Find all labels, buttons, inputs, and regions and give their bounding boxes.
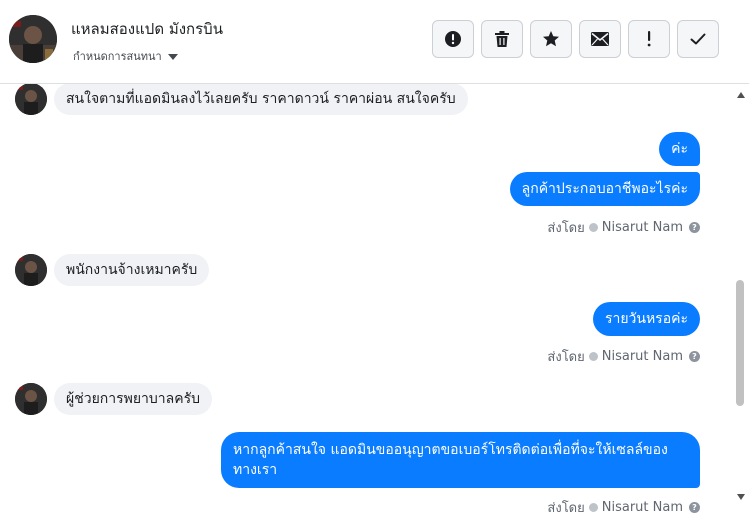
sent-by-agent[interactable]: Nisarut Nam xyxy=(602,220,683,235)
assign-label: กำหนดการสนทนา xyxy=(73,50,162,63)
sent-by-prefix: ส่งโดย xyxy=(547,350,585,365)
sender-avatar[interactable] xyxy=(15,383,47,415)
outgoing-message-bubble[interactable]: หากลูกค้าสนใจ แอดมินขออนุญาตขอเบอร์โทรติ… xyxy=(221,432,700,488)
sender-avatar[interactable] xyxy=(15,254,47,286)
sent-check-icon xyxy=(588,223,598,232)
mark-unread-button[interactable] xyxy=(579,20,621,58)
incoming-message-bubble[interactable]: สนใจตามที่แอดมินลงไว้เลยครับ ราคาดาวน์ ร… xyxy=(54,84,468,115)
delete-button[interactable] xyxy=(481,20,523,58)
incoming-message: พนักงานจ้างเหมาครับ xyxy=(15,254,210,286)
outgoing-message-bubble[interactable]: รายวันหรอค่ะ xyxy=(592,302,700,336)
message-thread: สนใจตามที่แอดมินลงไว้เลยครับ ราคาดาวน์ ร… xyxy=(0,84,733,518)
caret-down-icon xyxy=(167,53,178,60)
assign-conversation-dropdown[interactable]: กำหนดการสนทนา xyxy=(73,47,178,65)
incoming-message-bubble[interactable]: ผู้ช่วยการพยาบาลครับ xyxy=(54,383,213,415)
exclamation-icon xyxy=(647,31,651,47)
envelope-icon xyxy=(591,32,609,46)
sent-by-agent[interactable]: Nisarut Nam xyxy=(602,349,683,364)
incoming-message: สนใจตามที่แอดมินลงไว้เลยครับ ราคาดาวน์ ร… xyxy=(15,84,468,115)
conversation-header: แหลมสองแปด มังกรบิน กำหนดการสนทนา xyxy=(0,0,749,84)
sent-by-agent[interactable]: Nisarut Nam xyxy=(602,500,683,515)
sent-check-icon xyxy=(588,503,598,512)
scroll-down-arrow-icon[interactable] xyxy=(737,494,745,500)
sent-by-info: ส่งโดย Nisarut Nam ? xyxy=(547,497,700,518)
sender-avatar[interactable] xyxy=(15,84,47,115)
inbox-conversation-window: แหลมสองแปด มังกรบิน กำหนดการสนทนา สนใจตา… xyxy=(0,0,749,518)
help-icon[interactable]: ? xyxy=(689,222,700,233)
incoming-message-bubble[interactable]: พนักงานจ้างเหมาครับ xyxy=(54,254,210,286)
outgoing-message-bubble[interactable]: ลูกค้าประกอบอาชีพอะไรค่ะ xyxy=(509,172,700,206)
help-icon[interactable]: ? xyxy=(689,351,700,362)
scroll-up-arrow-icon[interactable] xyxy=(737,92,745,98)
contact-avatar[interactable] xyxy=(9,15,57,63)
trash-icon xyxy=(495,31,509,47)
report-spam-button[interactable] xyxy=(432,20,474,58)
vertical-scrollbar[interactable] xyxy=(733,84,749,518)
sent-by-info: ส่งโดย Nisarut Nam ? xyxy=(547,346,700,367)
star-button[interactable] xyxy=(530,20,572,58)
mark-done-button[interactable] xyxy=(677,20,719,58)
star-icon xyxy=(543,31,559,47)
scrollbar-thumb[interactable] xyxy=(736,280,744,406)
conversation-actions xyxy=(432,20,719,58)
incoming-message: ผู้ช่วยการพยาบาลครับ xyxy=(15,383,213,415)
exclamation-circle-icon xyxy=(445,31,461,47)
help-icon[interactable]: ? xyxy=(689,502,700,513)
sent-by-prefix: ส่งโดย xyxy=(547,501,585,516)
follow-up-button[interactable] xyxy=(628,20,670,58)
sent-by-prefix: ส่งโดย xyxy=(547,221,585,236)
contact-name[interactable]: แหลมสองแปด มังกรบิน xyxy=(71,17,223,41)
sent-by-info: ส่งโดย Nisarut Nam ? xyxy=(547,217,700,238)
check-icon xyxy=(690,33,706,45)
outgoing-message-bubble[interactable]: ค่ะ xyxy=(659,132,700,166)
sent-check-icon xyxy=(588,352,598,361)
